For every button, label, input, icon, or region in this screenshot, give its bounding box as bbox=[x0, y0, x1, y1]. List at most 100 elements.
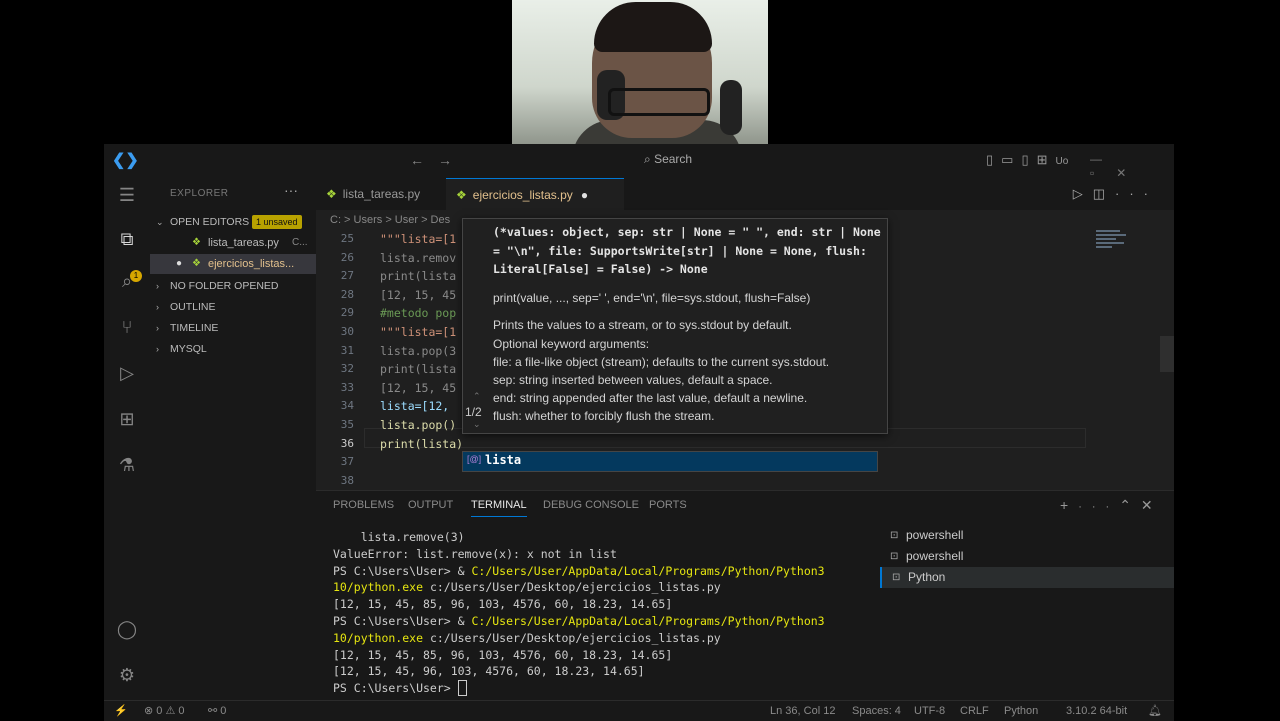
tab-output[interactable]: OUTPUT bbox=[408, 499, 453, 511]
terminal-item[interactable]: ⊡ Python bbox=[880, 567, 1174, 588]
toggle-secondary-sidebar-icon[interactable]: ▯ bbox=[1021, 152, 1036, 167]
ports-status[interactable]: ⚯ 0 bbox=[208, 701, 226, 721]
activity-bar: ☰ ⧉ 1 ⌕ ⑂ ▷ ⊞ ⚗ ◯ ⚙ bbox=[104, 178, 150, 700]
tab-ports[interactable]: PORTS bbox=[649, 499, 687, 511]
prev-overload-icon[interactable]: ⌃ bbox=[473, 391, 481, 402]
suggestion-item[interactable]: [@] lista bbox=[462, 451, 878, 472]
terminal-text: 10/python.exe bbox=[333, 580, 424, 595]
minimap[interactable] bbox=[1096, 230, 1136, 270]
code-line[interactable]: print(lista) bbox=[380, 437, 463, 451]
terminal-line: [12, 15, 45, 96, 103, 4576, 60, 18.23, 1… bbox=[333, 663, 893, 680]
status-bar: ⚡ ⊗ 0 ⚠ 0 ⚯ 0 Ln 36, Col 12 Spaces: 4 UT… bbox=[104, 700, 1174, 721]
code-line[interactable]: lista.pop() bbox=[380, 418, 456, 432]
notifications-bell-icon[interactable]: 🔔︎ bbox=[1148, 701, 1162, 721]
terminal-line: [12, 15, 45, 85, 96, 103, 4576, 60, 18.2… bbox=[333, 647, 893, 664]
terminal-item[interactable]: ⊡ powershell bbox=[880, 525, 1174, 546]
terminal-text: C:/Users/User/AppData/Local/Programs/Pyt… bbox=[471, 613, 825, 628]
tab-label: lista_tareas.py bbox=[342, 187, 421, 201]
tab-ejercicios-listas[interactable]: ❖ ejercicios_listas.py ● bbox=[446, 178, 624, 211]
search-view-icon[interactable]: ⌕ bbox=[116, 270, 138, 292]
explorer-sidebar: EXPLORER ··· ⌄ OPEN EDITORS 1 unsaved ❖ … bbox=[150, 178, 317, 700]
more-actions-icon[interactable]: ··· bbox=[1115, 186, 1158, 201]
terminal-text: PS C:\Users\User> & bbox=[333, 563, 472, 578]
maximize-panel-icon[interactable]: ⌃ bbox=[1119, 497, 1141, 513]
line-number: 29 bbox=[340, 306, 354, 320]
new-terminal-icon[interactable]: + bbox=[1060, 497, 1078, 513]
code-line[interactable]: lista.pop(3 bbox=[380, 344, 456, 358]
python-file-icon: ❖ bbox=[326, 187, 337, 201]
hover-doc-line: flush: whether to forcibly flush the str… bbox=[493, 409, 715, 423]
remote-indicator-icon[interactable]: ⚡ bbox=[104, 701, 138, 721]
editor-scrollbar[interactable] bbox=[1160, 336, 1174, 372]
testing-icon[interactable]: ⚗ bbox=[116, 454, 138, 476]
tab-lista-tareas[interactable]: ❖ lista_tareas.py bbox=[316, 178, 456, 210]
section-label: MYSQL bbox=[170, 343, 207, 355]
code-line[interactable]: print(lista bbox=[380, 362, 456, 376]
terminal-text: PS C:\Users\User> bbox=[333, 681, 458, 696]
line-number: 38 bbox=[340, 473, 354, 487]
source-control-icon[interactable]: ⑂ bbox=[116, 316, 138, 338]
outline-section[interactable]: › OUTLINE bbox=[150, 297, 316, 317]
search-icon: ⌕ bbox=[644, 152, 651, 166]
code-line[interactable]: """lista=[1 bbox=[380, 232, 456, 246]
encoding[interactable]: UTF-8 bbox=[914, 701, 945, 721]
code-line[interactable]: print(lista bbox=[380, 269, 456, 283]
customize-layout-icon[interactable]: ⊞ bbox=[1037, 152, 1056, 167]
next-overload-icon[interactable]: ⌄ bbox=[473, 419, 481, 430]
back-arrow-icon[interactable]: ← bbox=[410, 152, 424, 168]
line-number: 28 bbox=[340, 287, 354, 301]
tab-debug-console[interactable]: DEBUG CONSOLE bbox=[543, 499, 639, 511]
code-line[interactable]: """lista=[1 bbox=[380, 325, 456, 339]
extensions-icon[interactable]: ⊞ bbox=[116, 408, 138, 430]
split-editor-icon[interactable]: ◫ bbox=[1093, 186, 1115, 201]
more-actions-icon[interactable]: ··· bbox=[284, 182, 298, 198]
hover-doc-line: Prints the values to a stream, or to sys… bbox=[493, 318, 792, 332]
problems-status[interactable]: ⊗ 0 ⚠ 0 bbox=[144, 701, 184, 721]
run-python-icon[interactable]: ▷ bbox=[1073, 186, 1093, 201]
code-line[interactable]: lista=[12, bbox=[380, 399, 449, 413]
code-line[interactable]: #metodo pop bbox=[380, 306, 456, 320]
terminal-text: 10/python.exe bbox=[333, 630, 424, 645]
mysql-section[interactable]: › MYSQL bbox=[150, 339, 316, 359]
line-number: 37 bbox=[340, 455, 354, 469]
open-editor-item[interactable]: ● ❖ ejercicios_listas... bbox=[150, 254, 316, 274]
terminal-text: [12, 15, 45, 85, 96, 103, 4576, 60, 18.2… bbox=[333, 647, 673, 662]
accounts-icon[interactable]: ◯ bbox=[116, 618, 138, 640]
language-mode[interactable]: Python bbox=[1004, 701, 1038, 721]
settings-gear-icon[interactable]: ⚙ bbox=[116, 664, 138, 686]
timeline-section[interactable]: › TIMELINE bbox=[150, 318, 316, 338]
breadcrumb[interactable]: C: > Users > User > Des bbox=[330, 214, 450, 226]
panel-actions: +···⌃✕ bbox=[1060, 497, 1163, 514]
command-center-search[interactable]: ⌕ Search bbox=[644, 152, 692, 167]
python-interpreter[interactable]: 3.10.2 64-bit bbox=[1066, 701, 1127, 721]
toggle-sidebar-icon[interactable]: ▯ bbox=[986, 152, 1001, 167]
modified-dot-icon[interactable]: ● bbox=[581, 188, 588, 202]
explorer-icon[interactable]: ⧉ bbox=[116, 228, 138, 250]
no-folder-section[interactable]: › NO FOLDER OPENED bbox=[150, 276, 316, 296]
run-debug-icon[interactable]: ▷ bbox=[116, 362, 138, 384]
tab-terminal[interactable]: TERMINAL bbox=[471, 499, 527, 517]
minimize-icon[interactable]: — bbox=[1090, 152, 1102, 166]
tab-problems[interactable]: PROBLEMS bbox=[333, 499, 394, 511]
terminal-text: c:/Users/User/Desktop/ejercicios_listas.… bbox=[423, 580, 721, 595]
close-panel-icon[interactable]: ✕ bbox=[1141, 497, 1163, 513]
cursor-position[interactable]: Ln 36, Col 12 bbox=[770, 701, 835, 721]
open-editors-label: OPEN EDITORS bbox=[170, 216, 250, 228]
terminal-item[interactable]: ⊡ powershell bbox=[880, 546, 1174, 567]
line-number: 32 bbox=[340, 362, 354, 376]
account-label[interactable]: Uo bbox=[1056, 156, 1069, 167]
code-line[interactable]: [12, 15, 45 bbox=[380, 381, 456, 395]
forward-arrow-icon[interactable]: → bbox=[438, 152, 452, 168]
code-line[interactable]: [12, 15, 45 bbox=[380, 288, 456, 302]
toggle-panel-icon[interactable]: ▭ bbox=[1001, 152, 1021, 167]
line-number: 33 bbox=[340, 380, 354, 394]
open-editors-section[interactable]: ⌄ OPEN EDITORS 1 unsaved bbox=[150, 212, 316, 232]
indentation[interactable]: Spaces: 4 bbox=[852, 701, 901, 721]
terminal-output[interactable]: lista.remove(3) ValueError: list.remove(x… bbox=[333, 529, 893, 697]
title-bar: ❮❯ ← → ⌕ Search ▯▭▯⊞Uo —▫ ✕ bbox=[104, 144, 1174, 180]
code-line[interactable]: lista.remov bbox=[380, 251, 456, 265]
line-ending[interactable]: CRLF bbox=[960, 701, 989, 721]
more-actions-icon[interactable]: ··· bbox=[1078, 501, 1119, 513]
open-editor-item[interactable]: ❖ lista_tareas.py C... bbox=[150, 233, 316, 253]
menu-icon[interactable]: ☰ bbox=[116, 184, 138, 206]
